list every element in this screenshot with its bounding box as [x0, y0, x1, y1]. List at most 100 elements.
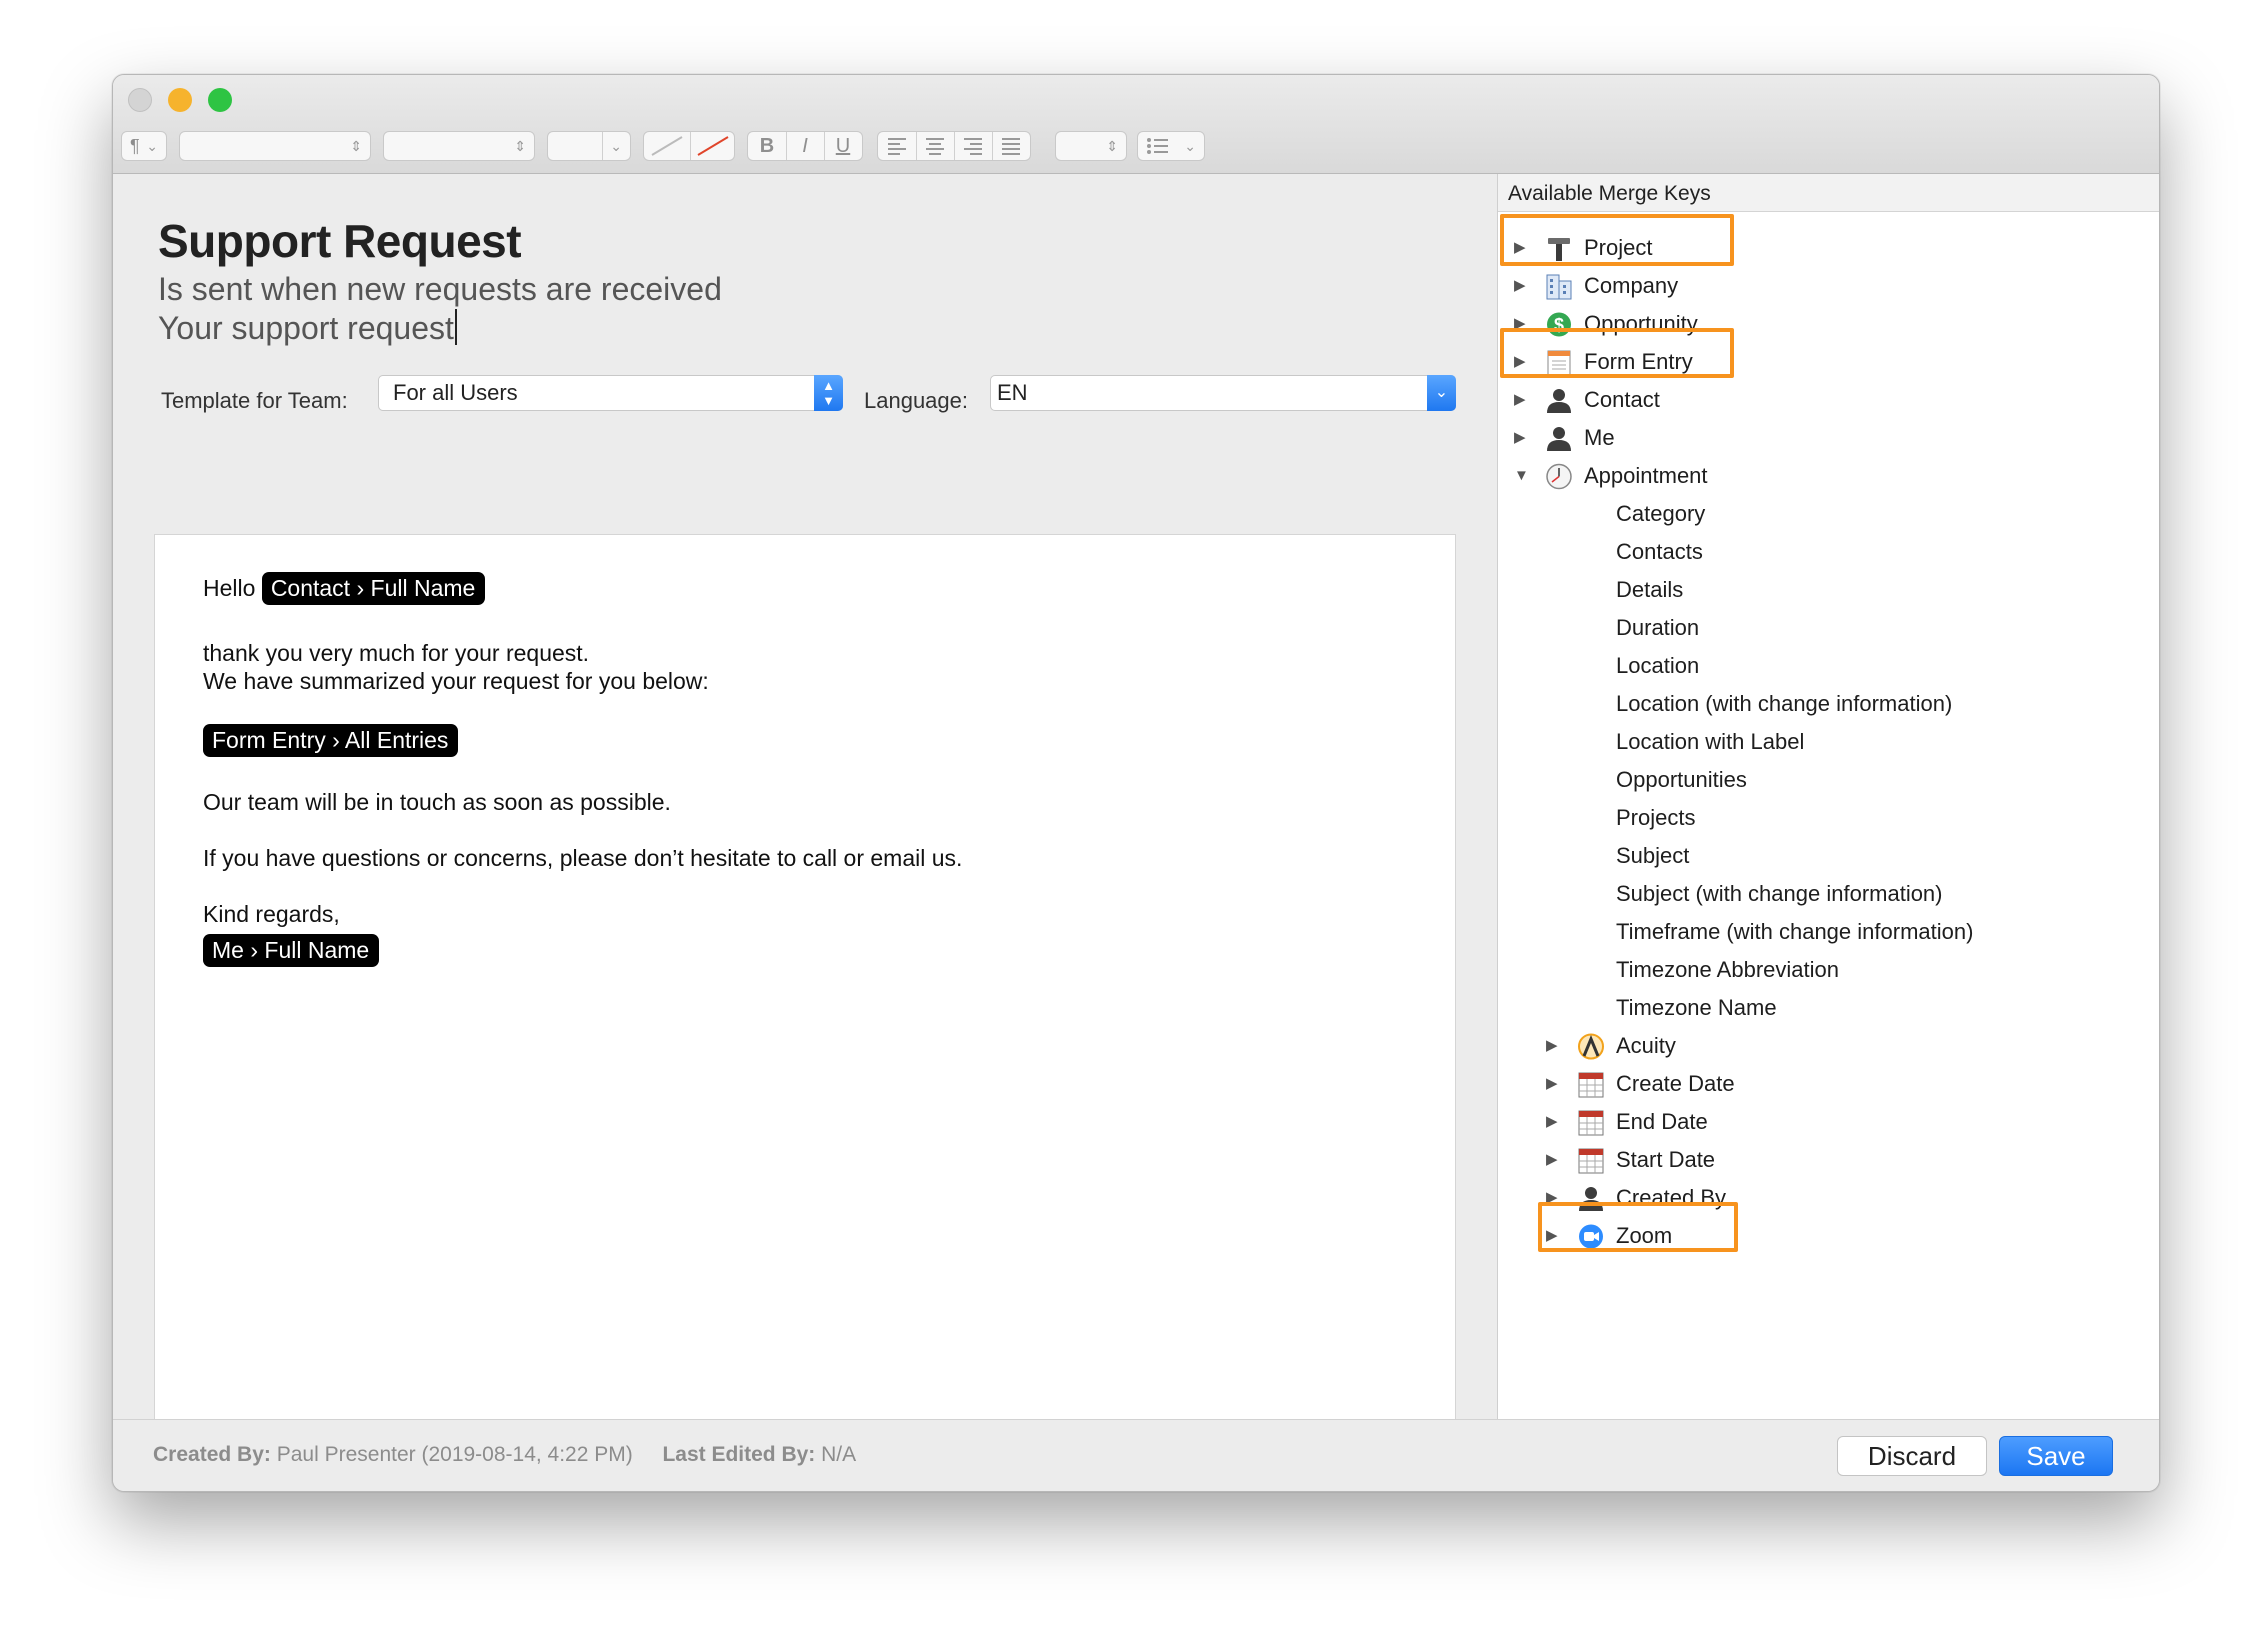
list-style-popup[interactable]: ⌄	[1137, 131, 1205, 161]
close-window-button[interactable]	[128, 88, 152, 112]
appointment-field-opportunities[interactable]: Opportunities	[1616, 761, 1747, 799]
no-color-icon	[651, 136, 683, 156]
appointment-field-details[interactable]: Details	[1616, 571, 1683, 609]
highlight-project	[1500, 214, 1734, 266]
appointment-field-duration[interactable]: Duration	[1616, 609, 1699, 647]
zoom-window-button[interactable]	[208, 88, 232, 112]
text-caret	[454, 309, 457, 345]
minimize-window-button[interactable]	[168, 88, 192, 112]
merge-key-label: Create Date	[1616, 1071, 1735, 1096]
body-line-3: Our team will be in touch as soon as pos…	[203, 789, 671, 815]
appointment-field-contacts[interactable]: Contacts	[1616, 533, 1703, 571]
underline-button[interactable]: U	[824, 132, 862, 160]
calendar-icon	[1578, 1072, 1604, 1098]
text-style-buttons: B I U	[747, 131, 863, 161]
merge-key-create-date[interactable]: ▶ Create Date	[1546, 1065, 1946, 1103]
stepper-icon: ⇕	[514, 138, 526, 154]
disclosure-triangle-icon[interactable]: ▶	[1514, 419, 1532, 457]
highlight-zoom	[1538, 1202, 1738, 1252]
appointment-field-subject-change[interactable]: Subject (with change information)	[1616, 875, 1943, 913]
last-edited-label: Last Edited By:	[662, 1443, 816, 1466]
appointment-field-location[interactable]: Location	[1616, 647, 1699, 685]
align-right-icon	[964, 138, 982, 155]
discard-button[interactable]: Discard	[1837, 1436, 1987, 1476]
alignment-buttons	[877, 131, 1031, 161]
disclosure-triangle-icon[interactable]: ▶	[1546, 1065, 1564, 1103]
merge-key-contact[interactable]: ▶ Contact	[1514, 381, 1914, 419]
signature-line: Me › Full Name	[203, 934, 380, 967]
color-wells	[643, 131, 735, 161]
background-color-well[interactable]	[690, 132, 735, 160]
template-description[interactable]: Is sent when new requests are received	[158, 271, 722, 308]
line-spacing-popup[interactable]: ⇕	[1055, 131, 1127, 161]
align-justify-icon	[1002, 138, 1020, 155]
appointment-field-projects[interactable]: Projects	[1616, 799, 1695, 837]
italic-button[interactable]: I	[786, 132, 825, 160]
merge-key-end-date[interactable]: ▶ End Date	[1546, 1103, 1946, 1141]
align-center-icon	[926, 138, 944, 155]
body-line-1: thank you very much for your request.	[203, 640, 590, 666]
merge-key-appointment[interactable]: ▼ Appointment	[1514, 457, 1914, 495]
merge-token-contact-full-name[interactable]: Contact › Full Name	[261, 572, 486, 605]
subject-field[interactable]: Your support request	[158, 309, 457, 347]
stepper-icon: ⇕	[350, 138, 362, 154]
merge-key-start-date[interactable]: ▶ Start Date	[1546, 1141, 1946, 1179]
merge-template-window: ¶ ⌄ ⇕ ⇕ ⌄ B I U ⇕ ⌄ Support Request Is s…	[112, 74, 2160, 1492]
align-justify-button[interactable]	[992, 132, 1030, 160]
appointment-field-subject[interactable]: Subject	[1616, 837, 1689, 875]
acuity-icon	[1578, 1033, 1604, 1060]
body-line-2: We have summarized your request for you …	[203, 668, 709, 694]
team-select[interactable]: For all Users ▲ ▼	[378, 375, 843, 411]
disclosure-triangle-icon[interactable]: ▶	[1546, 1141, 1564, 1179]
titlebar: ¶ ⌄ ⇕ ⇕ ⌄ B I U ⇕ ⌄	[113, 75, 2159, 174]
font-size-combo[interactable]: ⌄	[547, 131, 631, 161]
chevron-down-icon: ⌄	[1184, 138, 1196, 154]
template-title[interactable]: Support Request	[158, 214, 522, 268]
save-button[interactable]: Save	[1999, 1436, 2113, 1476]
bold-button[interactable]: B	[748, 132, 787, 160]
font-style-popup[interactable]: ⇕	[383, 131, 535, 161]
appointment-field-location-label[interactable]: Location with Label	[1616, 723, 1804, 761]
appointment-field-timezone-abbreviation[interactable]: Timezone Abbreviation	[1616, 951, 1839, 989]
email-body-editor[interactable]: Hello Contact › Full Name thank you very…	[154, 534, 1456, 1452]
appointment-field-timezone-name[interactable]: Timezone Name	[1616, 989, 1777, 1027]
merge-key-company[interactable]: ▶ Company	[1514, 267, 1914, 305]
subject-text: Your support request	[158, 310, 454, 346]
merge-key-label: Contact	[1584, 387, 1660, 412]
align-right-button[interactable]	[954, 132, 993, 160]
merge-key-acuity[interactable]: ▶ Acuity	[1546, 1027, 1946, 1065]
appointment-field-timeframe-change[interactable]: Timeframe (with change information)	[1616, 913, 1973, 951]
footer-bar: Created By: Paul Presenter (2019-08-14, …	[113, 1419, 2159, 1491]
stepper-icon: ⇕	[1106, 138, 1118, 154]
language-value: EN	[997, 380, 1028, 405]
template-editor-pane: Support Request Is sent when new request…	[113, 174, 1497, 1452]
merge-key-me[interactable]: ▶ Me	[1514, 419, 1914, 457]
last-edited-value: N/A	[821, 1443, 857, 1466]
appointment-field-location-change[interactable]: Location (with change information)	[1616, 685, 1952, 723]
calendar-icon	[1578, 1148, 1604, 1174]
divider	[602, 132, 603, 160]
disclosure-triangle-expanded-icon[interactable]: ▼	[1514, 457, 1532, 495]
merge-token-me-full-name[interactable]: Me › Full Name	[203, 934, 380, 967]
align-center-button[interactable]	[916, 132, 955, 160]
highlight-form-entry	[1500, 328, 1734, 378]
appointment-field-category[interactable]: Category	[1616, 495, 1705, 533]
disclosure-triangle-icon[interactable]: ▶	[1514, 381, 1532, 419]
merge-token-form-entry-all-entries[interactable]: Form Entry › All Entries	[203, 724, 459, 757]
align-left-button[interactable]	[878, 132, 917, 160]
text-color-well[interactable]	[644, 132, 691, 160]
team-label: Template for Team:	[161, 388, 348, 413]
disclosure-triangle-icon[interactable]: ▶	[1546, 1103, 1564, 1141]
building-icon	[1546, 274, 1572, 300]
disclosure-triangle-icon[interactable]: ▶	[1546, 1027, 1564, 1065]
paragraph-style-popup[interactable]: ¶ ⌄	[121, 131, 167, 161]
align-left-icon	[888, 138, 906, 155]
font-family-popup[interactable]: ⇕	[179, 131, 371, 161]
greeting-line: Hello Contact › Full Name	[203, 572, 486, 605]
chevron-down-icon: ⌄	[610, 138, 622, 154]
language-combo[interactable]: EN ⌄	[990, 375, 1456, 411]
disclosure-triangle-icon[interactable]: ▶	[1514, 267, 1532, 305]
merge-keys-panel: Available Merge Keys ▶ Project ▶ Company…	[1497, 174, 2159, 1420]
calendar-icon	[1578, 1110, 1604, 1136]
team-select-value: For all Users	[393, 380, 518, 405]
